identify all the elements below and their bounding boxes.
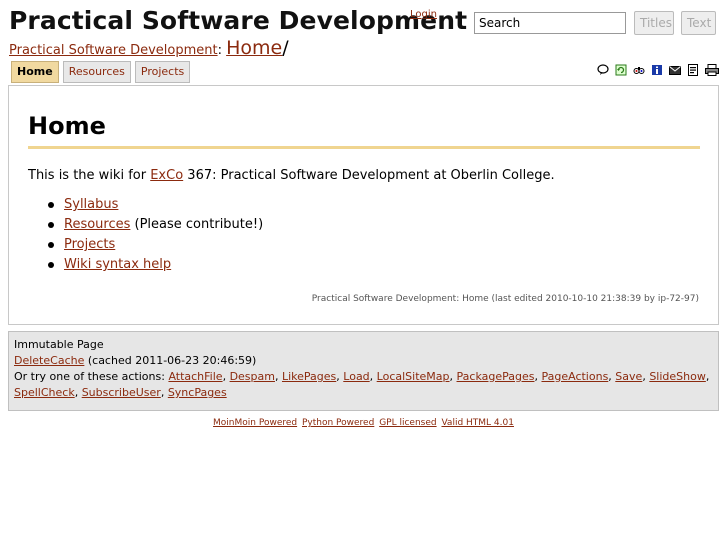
intro-text-before: This is the wiki for — [28, 168, 151, 183]
info-icon[interactable] — [651, 64, 663, 76]
envelope-icon[interactable] — [669, 64, 681, 76]
breadcrumb-trailing-slash: / — [282, 37, 289, 59]
projects-link[interactable]: Projects — [64, 237, 115, 252]
text-search-button[interactable]: Text — [681, 11, 716, 35]
cache-line: DeleteCache (cached 2011-06-23 20:46:59) — [14, 353, 713, 369]
python-powered-link[interactable]: Python Powered — [302, 418, 374, 428]
breadcrumb-separator: : — [217, 43, 222, 58]
wiki-syntax-help-link[interactable]: Wiki syntax help — [64, 257, 171, 272]
action-likepages-link[interactable]: LikePages — [282, 370, 336, 383]
list-item-suffix: (Please contribute!) — [130, 217, 264, 232]
list-item: Resources (Please contribute!) — [28, 217, 263, 237]
list-item: Wiki syntax help — [28, 257, 263, 277]
print-icon[interactable] — [705, 64, 719, 76]
titles-search-button[interactable]: Titles — [634, 11, 674, 35]
header: Practical Software Development Login Tit… — [0, 0, 727, 86]
action-attachfile-link[interactable]: AttachFile — [168, 370, 222, 383]
refresh-icon[interactable] — [615, 64, 627, 76]
tab-projects[interactable]: Projects — [134, 61, 191, 83]
breadcrumb-site-link[interactable]: Practical Software Development — [9, 43, 218, 58]
page-title: Home — [28, 112, 106, 140]
tab-home[interactable]: Home — [11, 61, 59, 83]
action-spellcheck-link[interactable]: SpellCheck — [14, 386, 75, 399]
page-info: Practical Software Development: Home (la… — [311, 294, 699, 304]
action-load-link[interactable]: Load — [343, 370, 369, 383]
page-action-icons — [597, 64, 719, 76]
breadcrumb-page-link[interactable]: Home — [226, 37, 282, 59]
delete-cache-link[interactable]: DeleteCache — [14, 354, 84, 367]
intro-text-after: 367: Practical Software Development at O… — [183, 168, 555, 183]
action-syncpages-link[interactable]: SyncPages — [168, 386, 227, 399]
moinmoin-powered-link[interactable]: MoinMoin Powered — [213, 418, 297, 428]
action-despam-link[interactable]: Despam — [230, 370, 275, 383]
diff-icon[interactable] — [633, 64, 645, 76]
cached-timestamp: (cached 2011-06-23 20:46:59) — [84, 354, 257, 367]
gpl-licensed-link[interactable]: GPL licensed — [379, 418, 436, 428]
attachments-icon[interactable] — [687, 64, 699, 76]
page-link-list: Syllabus Resources (Please contribute!) … — [28, 197, 263, 277]
site-title: Practical Software Development — [9, 6, 468, 35]
immutable-page-label: Immutable Page — [14, 338, 104, 351]
credits: MoinMoin Powered Python Powered GPL lice… — [0, 418, 727, 428]
login-link[interactable]: Login — [410, 9, 437, 20]
actions-prefix: Or try one of these actions: — [14, 370, 169, 383]
action-save-link[interactable]: Save — [615, 370, 642, 383]
action-localsitemap-link[interactable]: LocalSiteMap — [377, 370, 450, 383]
list-item: Syllabus — [28, 197, 263, 217]
title-underline — [28, 146, 700, 149]
syllabus-link[interactable]: Syllabus — [64, 197, 118, 212]
list-item: Projects — [28, 237, 263, 257]
speech-bubble-icon[interactable] — [597, 64, 609, 76]
intro-paragraph: This is the wiki for ExCo 367: Practical… — [28, 168, 555, 183]
search-input[interactable] — [474, 12, 626, 34]
tab-resources[interactable]: Resources — [62, 61, 131, 83]
page-actions-footer: Immutable Page DeleteCache (cached 2011-… — [8, 331, 719, 411]
exco-link[interactable]: ExCo — [150, 168, 183, 183]
page-content: Home This is the wiki for ExCo 367: Prac… — [8, 85, 719, 325]
action-subscribeuser-link[interactable]: SubscribeUser — [82, 386, 161, 399]
resources-link[interactable]: Resources — [64, 217, 130, 232]
action-slideshow-link[interactable]: SlideShow — [649, 370, 706, 383]
more-actions-line: Or try one of these actions: AttachFile,… — [14, 370, 710, 399]
breadcrumb: Practical Software Development: Home/ — [9, 37, 289, 59]
action-pageactions-link[interactable]: PageActions — [541, 370, 608, 383]
nav-tabs: Home Resources Projects — [11, 61, 191, 83]
valid-html-link[interactable]: Valid HTML 4.01 — [441, 418, 514, 428]
action-packagepages-link[interactable]: PackagePages — [457, 370, 535, 383]
